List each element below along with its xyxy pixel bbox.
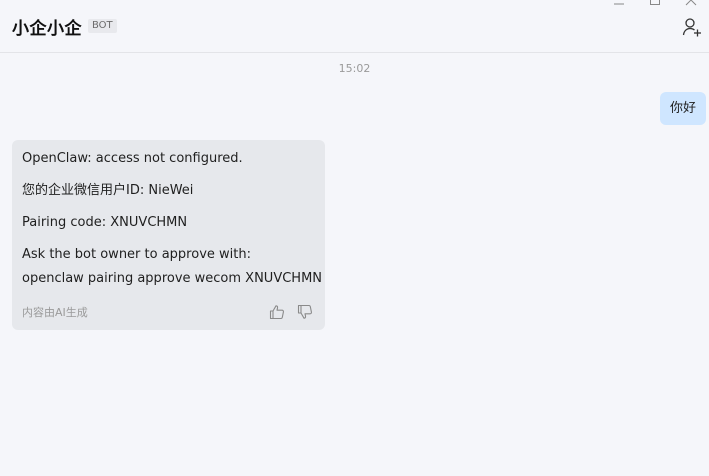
bot-reply-card[interactable]: OpenClaw: access not configured. 您的企业微信用… [12, 140, 325, 330]
chat-title: 小企小企 [12, 18, 82, 39]
add-person-icon[interactable] [681, 16, 703, 38]
chat-header: 小企小企 BOT [0, 0, 709, 53]
bot-reply-line-1: OpenClaw: access not configured. [22, 151, 243, 166]
message-timestamp: 15:02 [338, 62, 371, 75]
bot-reply-footer: 内容由AI生成 [22, 304, 313, 320]
outgoing-message-bubble[interactable]: 你好 [659, 92, 706, 125]
chat-window: 小企小企 BOT 15:02 你好 OpenClaw: access not c… [0, 0, 709, 476]
feedback-buttons [269, 304, 313, 320]
bot-reply-line-5: openclaw pairing approve wecom XNUVCHMN [22, 271, 323, 286]
bot-reply-line-4: Ask the bot owner to approve with: [22, 247, 251, 262]
bot-reply-line-2: 您的企业微信用户ID: NieWei [22, 183, 194, 198]
thumbs-down-icon[interactable] [297, 304, 313, 320]
bot-reply-line-3: Pairing code: XNUVCHMN [22, 215, 188, 230]
outgoing-message-text: 你好 [669, 101, 696, 116]
bot-badge: BOT [88, 19, 117, 33]
thumbs-up-icon[interactable] [269, 304, 285, 320]
ai-generated-note: 内容由AI生成 [22, 306, 88, 319]
